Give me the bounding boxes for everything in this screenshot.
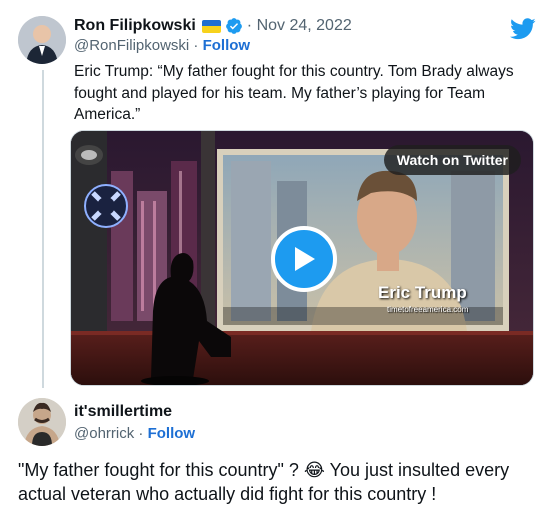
twitter-bird-icon[interactable] xyxy=(510,18,536,40)
follow-button[interactable]: Follow xyxy=(203,37,251,54)
author-name[interactable]: Ron Filipkowski xyxy=(74,16,196,36)
ukraine-flag-icon xyxy=(201,19,221,33)
watch-on-twitter-button[interactable]: Watch on Twitter xyxy=(383,145,521,175)
avatar[interactable] xyxy=(18,16,66,64)
reply-text: "My father fought for this country" ? 😂 … xyxy=(18,458,540,506)
reply-author-name[interactable]: it'smillertime xyxy=(74,402,172,422)
tweet-text: Eric Trump: “My father fought for this c… xyxy=(74,63,514,123)
tweet-date[interactable]: · Nov 24, 2022 xyxy=(247,16,352,36)
verified-badge-icon xyxy=(225,17,243,35)
video-lower-third-name: Eric Trump xyxy=(378,283,467,302)
video-lower-third-url: timetofreeamerica.com xyxy=(387,305,469,314)
reply-header: it'smillertime @ohrrick · Follow xyxy=(74,402,195,444)
video-player[interactable]: Watch on Twitter Eric Trump timetofreeam… xyxy=(70,130,534,386)
play-icon xyxy=(295,247,315,271)
channel-logo xyxy=(83,183,129,229)
reply-follow-button[interactable]: Follow xyxy=(148,425,196,442)
tweet-header: Ron Filipkowski · Nov 24, 2022 @RonFilip… xyxy=(74,16,352,56)
reply-author-handle[interactable]: @ohrrick xyxy=(74,425,134,442)
reply-text-before: "My father fought for this country" ? xyxy=(18,460,304,480)
play-button[interactable] xyxy=(271,226,337,292)
laughing-emoji: 😂 xyxy=(303,460,325,480)
author-handle[interactable]: @RonFilipkowski xyxy=(74,37,189,54)
handle-separator: · xyxy=(189,37,203,54)
reply-avatar[interactable] xyxy=(18,398,66,446)
thread-line xyxy=(42,70,44,388)
reply-handle-separator: · xyxy=(134,425,148,442)
